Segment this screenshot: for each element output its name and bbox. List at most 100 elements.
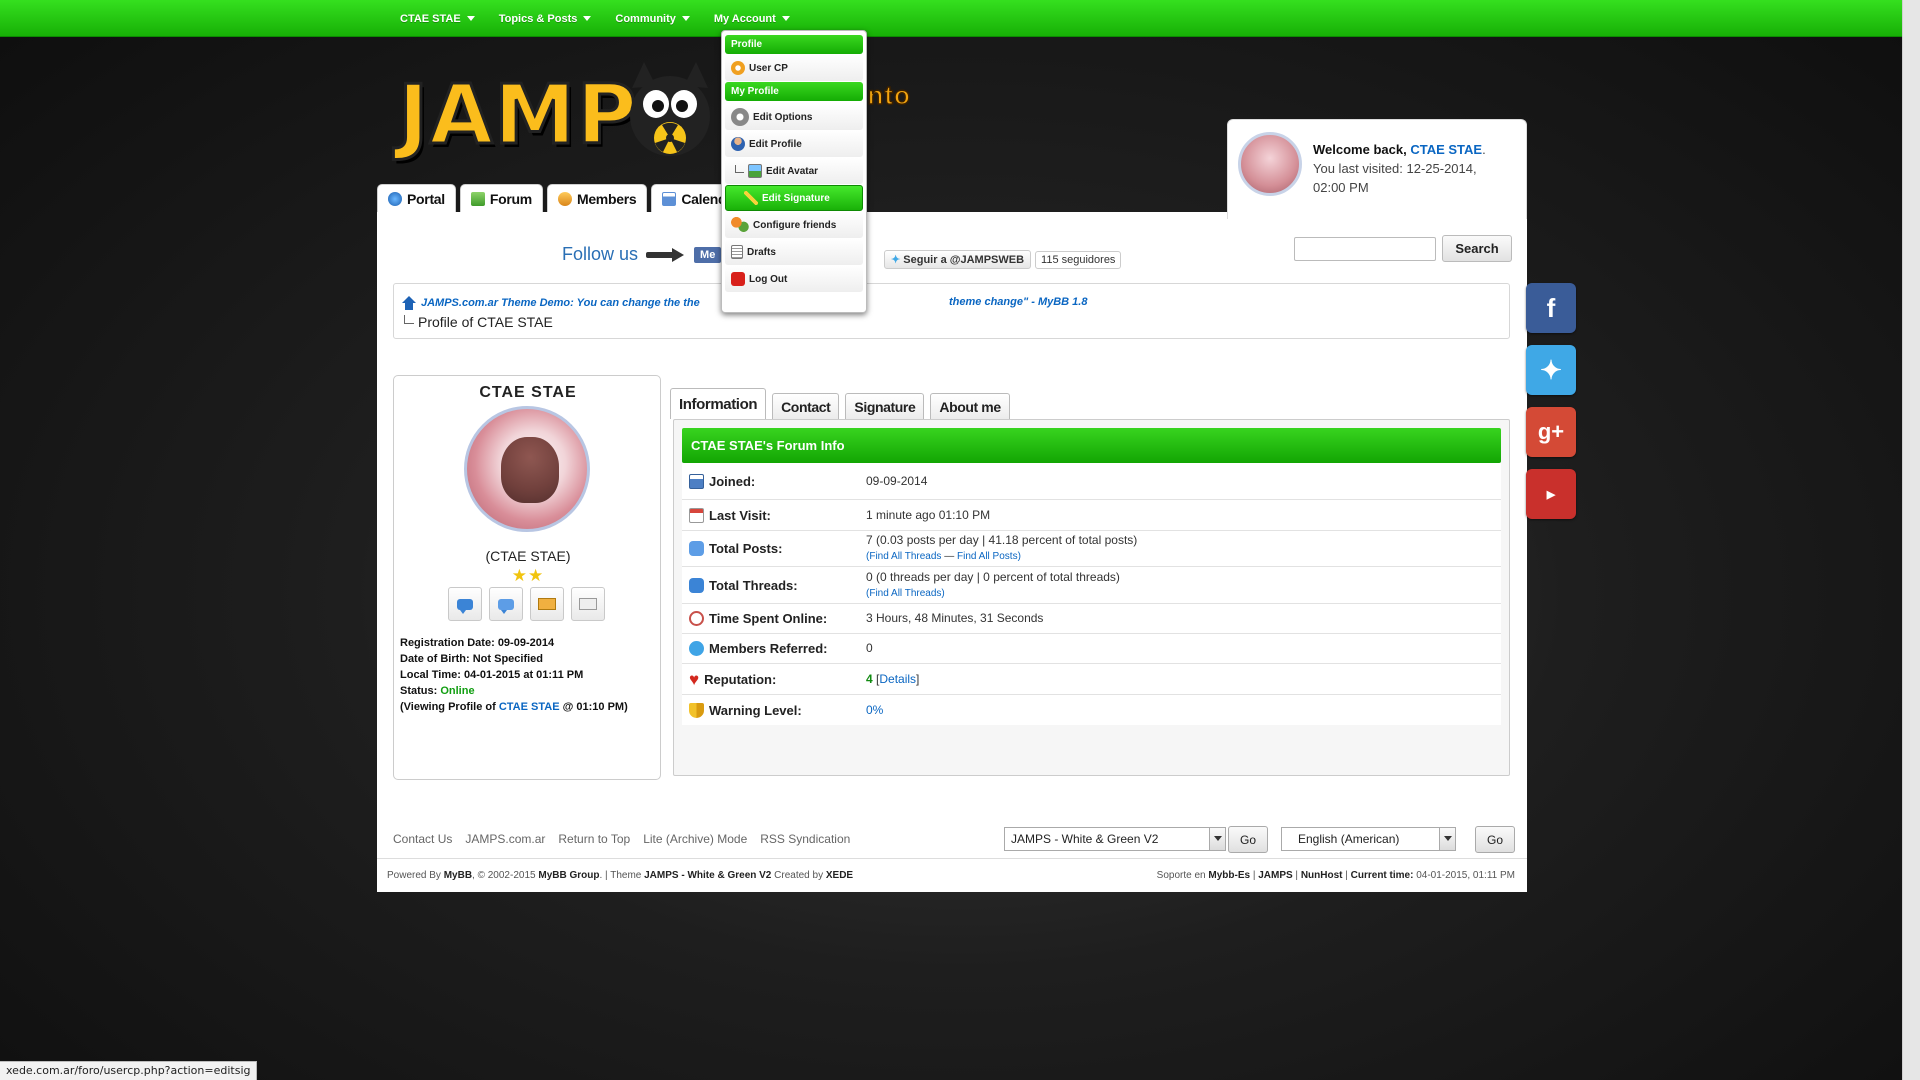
find-all-threads-link[interactable]: Find All Threads: [869, 551, 941, 562]
welcome-panel: Welcome back, CTAE STAE. You last visite…: [1227, 119, 1527, 219]
breadcrumb-elbow: [404, 314, 414, 324]
my-account-dropdown: Profile User CP My Profile Edit Options …: [721, 30, 867, 313]
dropdown-header-my-profile: My Profile: [725, 82, 863, 101]
breadcrumb-site-link-tail[interactable]: theme change" - MyBB 1.8: [949, 296, 1087, 308]
welcome-avatar[interactable]: [1238, 132, 1302, 196]
chat-bubble-icon: [457, 598, 473, 614]
menu-item-edit-options[interactable]: Edit Options: [725, 104, 863, 130]
youtube-icon[interactable]: ▶: [1526, 469, 1576, 519]
tab-signature[interactable]: Signature: [845, 393, 925, 419]
menu-item-edit-avatar[interactable]: Edit Avatar: [725, 158, 863, 184]
email-icon: [579, 598, 597, 610]
theme-select[interactable]: JAMPS - White & Green V2: [1004, 827, 1226, 851]
friends-icon: [731, 216, 749, 234]
page-scrollbar[interactable]: [1902, 0, 1920, 1080]
globe-icon: [388, 191, 402, 206]
breadcrumb-site-link[interactable]: JAMPS.com.ar Theme Demo: You can change …: [421, 297, 700, 309]
tab-contact[interactable]: Contact: [772, 393, 840, 419]
twitter-icon[interactable]: ✦: [1526, 345, 1576, 395]
profile-card: CTAE STAE (CTAE STAE) ★★ Registration Da…: [393, 375, 661, 780]
profile-details: Registration Date: 09-09-2014 Date of Bi…: [400, 637, 628, 713]
chevron-down-icon: [1439, 828, 1455, 850]
menu-item-drafts[interactable]: Drafts: [725, 239, 863, 265]
table-row: Members Referred: 0: [682, 634, 1501, 664]
menu-item-user-cp[interactable]: User CP: [725, 55, 863, 81]
calendar-icon: [662, 191, 677, 206]
mybb-link[interactable]: MyBB: [444, 870, 472, 881]
footer-links: Contact Us JAMPS.com.ar Return to Top Li…: [393, 832, 850, 846]
forum-info-panel: CTAE STAE's Forum Info Joined: 09-09-201…: [673, 419, 1510, 776]
language-select[interactable]: English (American): [1281, 827, 1456, 851]
browser-status-bar: xede.com.ar/foro/usercp.php?action=edits…: [0, 1061, 258, 1080]
tab-members[interactable]: Members: [546, 184, 648, 212]
menu-item-log-out[interactable]: Log Out: [725, 266, 863, 292]
calendar-page-icon: [689, 507, 704, 523]
jamps-link[interactable]: JAMPS: [1258, 870, 1292, 881]
theme-go-button[interactable]: Go: [1228, 826, 1268, 853]
table-row: Total Posts: 7 (0.03 posts per day | 41.…: [682, 531, 1501, 567]
gear-icon: [731, 108, 749, 126]
dropdown-header-profile: Profile: [725, 35, 863, 54]
table-row: ♥ Reputation: 4 [Details]: [682, 664, 1501, 695]
twitter-follower-count: 115 seguidores: [1035, 250, 1122, 269]
table-row: Warning Level: 0%: [682, 695, 1501, 725]
search-input[interactable]: [1294, 237, 1436, 261]
find-all-posts-link[interactable]: Find All Posts: [957, 551, 1018, 562]
language-go-button[interactable]: Go: [1475, 826, 1515, 853]
send-pm-button[interactable]: [530, 587, 564, 621]
home-icon: [402, 296, 417, 310]
table-row: Total Threads: 0 (0 threads per day | 0 …: [682, 567, 1501, 604]
mybb-es-link[interactable]: Mybb-Es: [1208, 870, 1250, 881]
tab-forum[interactable]: Forum: [459, 184, 543, 212]
envelope-icon: [538, 598, 556, 610]
nav-community[interactable]: Community: [603, 0, 702, 37]
nav-ctae-stae[interactable]: CTAE STAE: [388, 0, 487, 37]
profile-usertitle: (CTAE STAE): [485, 548, 571, 564]
table-row: Joined: 09-09-2014: [682, 463, 1501, 500]
facebook-like-button[interactable]: Me: [694, 246, 722, 263]
chat-bubble-icon: [689, 577, 704, 593]
nunhost-link[interactable]: NunHost: [1301, 870, 1343, 881]
warning-shield-icon: [689, 702, 704, 718]
profile-actions: [448, 587, 605, 621]
viewing-user-link[interactable]: CTAE STAE: [499, 701, 560, 713]
welcome-text: Welcome back, CTAE STAE. You last visite…: [1313, 142, 1486, 195]
social-sidebar: f ✦ g+ ▶: [1526, 283, 1576, 519]
breadcrumb: JAMPS.com.ar Theme Demo: You can change …: [393, 283, 1510, 339]
tab-information[interactable]: Information: [670, 388, 767, 419]
table-row: Last Visit: 1 minute ago 01:10 PM: [682, 500, 1501, 531]
power-icon: [731, 272, 745, 286]
twitter-bird-icon: ✦: [891, 254, 901, 266]
chevron-down-icon: [1209, 828, 1225, 850]
footer-link-rss[interactable]: RSS Syndication: [760, 832, 850, 846]
find-threads-button[interactable]: [448, 587, 482, 621]
chat-bubbles-icon: [689, 541, 704, 556]
send-email-button[interactable]: [571, 587, 605, 621]
search-button[interactable]: Search: [1442, 235, 1512, 262]
menu-item-edit-profile[interactable]: Edit Profile: [725, 131, 863, 157]
footer-link-lite[interactable]: Lite (Archive) Mode: [643, 832, 747, 846]
chevron-down-icon: [681, 16, 690, 21]
tree-elbow-icon: [735, 164, 744, 173]
warning-level-link[interactable]: 0%: [866, 703, 883, 717]
follow-us-row: Follow us Me: [562, 244, 722, 265]
footer-link-contact[interactable]: Contact Us: [393, 832, 452, 846]
members-icon: [557, 191, 572, 206]
find-posts-button[interactable]: [489, 587, 523, 621]
tab-about-me[interactable]: About me: [930, 393, 1010, 419]
twitter-follow-button[interactable]: ✦ Seguir a @JAMPSWEB: [884, 250, 1032, 269]
gear-icon: [731, 61, 745, 75]
mybb-group-link[interactable]: MyBB Group: [538, 870, 599, 881]
menu-item-configure-friends[interactable]: Configure friends: [725, 212, 863, 238]
footer-link-top[interactable]: Return to Top: [558, 832, 630, 846]
nav-topics-posts[interactable]: Topics & Posts: [487, 0, 604, 37]
google-plus-icon[interactable]: g+: [1526, 407, 1576, 457]
reputation-details-link[interactable]: Details: [879, 672, 916, 686]
facebook-icon[interactable]: f: [1526, 283, 1576, 333]
breadcrumb-current: Profile of CTAE STAE: [418, 314, 553, 330]
footer-link-site[interactable]: JAMPS.com.ar: [465, 832, 545, 846]
menu-item-edit-signature[interactable]: Edit Signature: [725, 185, 863, 211]
welcome-username-link[interactable]: CTAE STAE: [1410, 142, 1482, 157]
find-all-threads-link[interactable]: Find All Threads: [869, 588, 941, 599]
tab-portal[interactable]: Portal: [377, 184, 456, 212]
